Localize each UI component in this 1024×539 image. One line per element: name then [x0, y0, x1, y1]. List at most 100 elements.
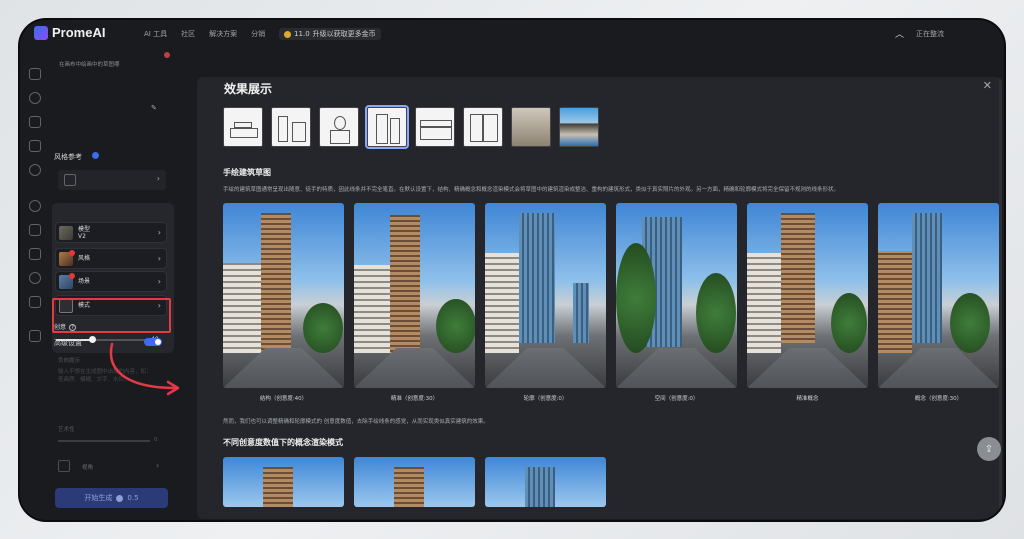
folder-icon[interactable]: [29, 330, 41, 342]
prompt-hint[interactable]: 在画布中绘画中的草图哪: [59, 60, 120, 68]
gallery-caption: 轮廓（创意度:0）: [523, 396, 568, 402]
gallery-caption: 空间（创意度:0）: [654, 396, 699, 402]
option-label: 场景: [78, 278, 91, 285]
info-icon[interactable]: [92, 152, 99, 159]
grid-icon[interactable]: [29, 224, 41, 236]
thumbnail[interactable]: [271, 107, 311, 147]
upgrade-text: 升级以获取更多金币: [312, 30, 376, 38]
chevron-right-icon: ›: [157, 254, 161, 263]
new-badge: [69, 250, 75, 256]
share-icon[interactable]: ⇪: [977, 437, 1001, 461]
nav-ai-tools[interactable]: AI 工具: [144, 29, 167, 39]
gallery-card[interactable]: 空间（创意度:0）: [616, 203, 737, 402]
logo-text: PromeAI: [52, 25, 106, 40]
coin-icon: [284, 30, 292, 38]
option-scene[interactable]: 场景 ›: [55, 271, 167, 292]
advanced-settings-label: 高级设置: [54, 339, 82, 347]
render-image[interactable]: [223, 457, 344, 507]
render-image: [223, 203, 344, 388]
top-right: ︿ 正在整流: [895, 27, 944, 41]
new-badge: [69, 273, 75, 279]
style-ref-label: 风格参考: [54, 153, 82, 161]
app-window: PromeAI AI 工具 社区 解决方案 分销 11.0 升级以获取更多金币 …: [20, 20, 1004, 520]
gallery-caption: 结构（创意度:40）: [259, 396, 308, 402]
home-icon[interactable]: [29, 68, 41, 80]
thumbnail[interactable]: [319, 107, 359, 147]
bell-icon[interactable]: [29, 248, 41, 260]
nav-distribution[interactable]: 分销: [251, 29, 265, 39]
thumbnail[interactable]: [511, 107, 551, 147]
nav-community[interactable]: 社区: [181, 29, 195, 39]
main-nav: AI 工具 社区 解决方案 分销 11.0 升级以获取更多金币: [144, 28, 381, 40]
option-value: V2: [78, 233, 86, 240]
render-image[interactable]: [354, 457, 475, 507]
example-thumbnails: [223, 105, 599, 149]
thumbnail[interactable]: [223, 107, 263, 147]
layers-icon[interactable]: [29, 116, 41, 128]
check-icon[interactable]: [29, 200, 41, 212]
left-rail: [20, 60, 50, 360]
style-ref-selector[interactable]: ›: [58, 170, 166, 190]
logo-icon: [34, 25, 48, 40]
magic-wand-icon[interactable]: ✎: [151, 104, 157, 112]
nav-solutions[interactable]: 解决方案: [209, 29, 237, 39]
upgrade-promo[interactable]: 11.0 升级以获取更多金币: [279, 28, 381, 40]
bulb-icon[interactable]: [29, 164, 41, 176]
close-small-icon[interactable]: [164, 52, 170, 58]
generate-cost: 0.5: [127, 494, 139, 502]
thumbnail[interactable]: [415, 107, 455, 147]
render-image: [878, 203, 999, 388]
coin-balance: 11.0: [294, 30, 310, 38]
chevron-right-icon: ›: [157, 277, 161, 286]
slider-handle[interactable]: [88, 336, 96, 343]
gallery-card[interactable]: 精准（创意度:30）: [354, 203, 475, 402]
render-image: [485, 203, 606, 388]
section-title: 手绘建筑草图: [223, 168, 271, 177]
section-description: 手绘的建筑草图通常呈现出随意、徒手的特质，因此线条并不完全笔直。在默认设置下，结…: [223, 187, 840, 193]
settings-panel: 在画布中绘画中的草图哪 ✎ 风格参考 › 选项 模型V2 › 风格 ›: [50, 48, 176, 520]
camera-icon[interactable]: [58, 460, 70, 472]
thumbnail[interactable]: [463, 107, 503, 147]
coin-icon: [116, 494, 124, 502]
gallery-caption: 精准（创意度:30）: [390, 396, 439, 402]
chevron-right-icon: ›: [156, 174, 160, 183]
thumbnail-selected[interactable]: [365, 105, 409, 149]
gallery-card[interactable]: 概念（创意度:30）: [878, 203, 999, 402]
top-bar: PromeAI AI 工具 社区 解决方案 分销 11.0 升级以获取更多金币 …: [20, 20, 1004, 48]
gallery-card[interactable]: 轮廓（创意度:0）: [485, 203, 606, 402]
art-label: 艺术性: [58, 427, 75, 433]
option-label: 风格: [78, 255, 91, 262]
style-ref-icon: [64, 174, 76, 186]
thumbnail[interactable]: [559, 107, 599, 147]
chevron-up-icon[interactable]: ︿: [895, 27, 904, 40]
image-icon[interactable]: [29, 140, 41, 152]
art-value: 0: [154, 437, 158, 443]
model-thumb: [59, 226, 73, 240]
render-gallery: 结构（创意度:40） 精准（创意度:30） 轮廓（创意度:0） 空间（创意度:0…: [223, 203, 999, 402]
camera-label: 视角: [82, 465, 94, 471]
creativity-highlight-box: [52, 298, 171, 333]
generate-button[interactable]: 开始生成 0.5: [55, 488, 168, 508]
logo[interactable]: PromeAI: [34, 25, 105, 40]
option-style[interactable]: 风格 ›: [55, 248, 167, 269]
negative-prompt-label: 负向提示: [58, 358, 81, 364]
render-image[interactable]: [485, 457, 606, 507]
explore-icon[interactable]: [29, 92, 41, 104]
generate-label: 开始生成: [84, 494, 113, 502]
art-slider[interactable]: [58, 440, 150, 442]
gallery-card[interactable]: 精准概念: [747, 203, 868, 402]
close-icon[interactable]: ✕: [983, 79, 992, 92]
render-image: [747, 203, 868, 388]
user-add-icon[interactable]: [29, 272, 41, 284]
render-image: [354, 203, 475, 388]
option-model[interactable]: 模型 V2 ›: [55, 222, 167, 243]
section2-title: 不同创意度数值下的概念渲染模式: [223, 438, 343, 447]
option-label: 模型: [78, 226, 91, 233]
gallery-caption: 概念（创意度:30）: [914, 396, 963, 402]
team-icon[interactable]: [29, 296, 41, 308]
annotation-arrow: [109, 342, 180, 396]
chevron-right-icon: ›: [156, 461, 160, 470]
render-gallery-2: [223, 457, 606, 507]
status-text: 正在整流: [916, 29, 944, 38]
gallery-card[interactable]: 结构（创意度:40）: [223, 203, 344, 402]
